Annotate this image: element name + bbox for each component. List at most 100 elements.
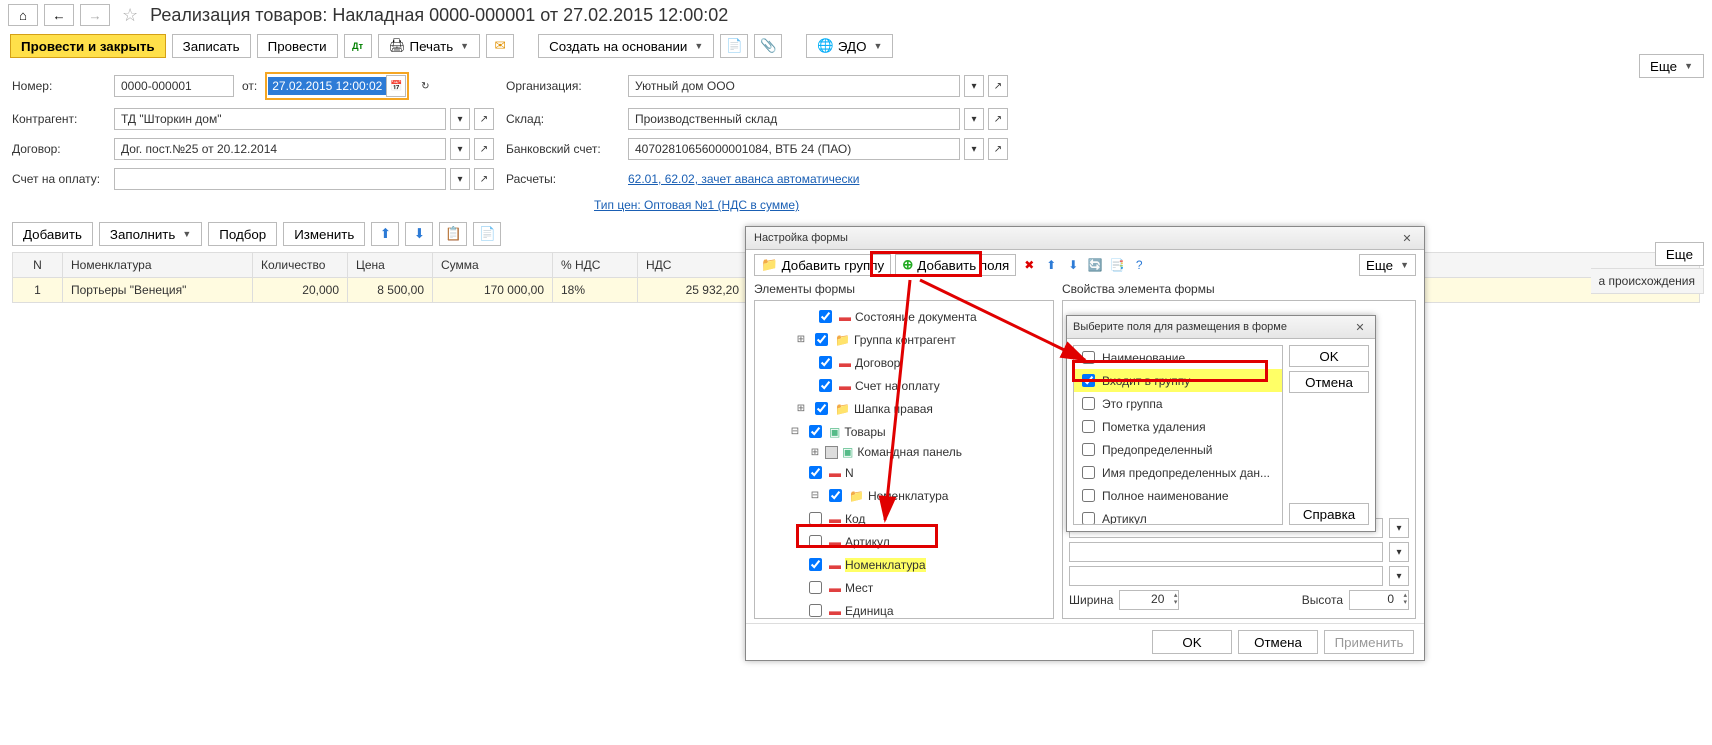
elements-tree[interactable]: ▬Состояние документа⊞📁Группа контрагент▬… (754, 300, 1054, 619)
checkbox[interactable] (1082, 351, 1095, 364)
expander-icon[interactable]: ⊞ (795, 403, 807, 415)
checkbox[interactable] (819, 379, 832, 392)
field-item[interactable]: Пометка удаления (1074, 415, 1282, 438)
table-more-button[interactable]: Еще (1655, 242, 1704, 266)
field-item[interactable]: Имя предопределенных дан... (1074, 461, 1282, 484)
org-field[interactable]: Уютный дом ООО (628, 75, 960, 97)
popup-cancel-button[interactable]: Отмена (1289, 371, 1369, 393)
invoice-field[interactable] (114, 168, 446, 190)
dog-field[interactable]: Дог. пост.№25 от 20.12.2014 (114, 138, 446, 160)
height-spinner[interactable]: 0 (1349, 590, 1409, 610)
tree-item[interactable]: ▬Номенклатура (757, 553, 1051, 576)
forward-button[interactable]: → (80, 4, 110, 26)
field-item[interactable]: Входит в группу (1074, 369, 1282, 392)
field-item[interactable]: Предопределенный (1074, 438, 1282, 461)
open-icon[interactable]: ↗ (988, 75, 1008, 97)
more-button[interactable]: Еще▼ (1639, 54, 1704, 78)
add-group-button[interactable]: 📁 Добавить группу (754, 254, 891, 276)
calendar-icon[interactable]: 📅 (386, 75, 406, 97)
down-icon[interactable]: ⬇ (1064, 257, 1082, 273)
tree-item[interactable]: ▬Договор (757, 351, 1051, 374)
edo-button[interactable]: 🌐ЭДО▼ (806, 34, 893, 58)
tree-item[interactable]: ⊟▣Товары (757, 420, 1051, 443)
sklad-field[interactable]: Производственный склад (628, 108, 960, 130)
checkbox[interactable] (1082, 397, 1095, 410)
tree-item[interactable]: ⊞▣Командная панель (757, 443, 1051, 461)
checkbox[interactable] (815, 402, 828, 415)
bank-field[interactable]: 40702810656000001084, ВТБ 24 (ПАО) (628, 138, 960, 160)
help-icon[interactable]: ? (1130, 257, 1148, 273)
checkbox[interactable] (829, 489, 842, 502)
copy-icon[interactable]: 📑 (1108, 257, 1126, 273)
mail-button[interactable]: ✉ (486, 34, 514, 58)
checkbox[interactable] (815, 333, 828, 346)
move-up-button[interactable]: ⬆ (371, 222, 399, 246)
number-field[interactable]: 0000-000001 (114, 75, 234, 97)
save-button[interactable]: Записать (172, 34, 251, 58)
checkbox[interactable] (809, 425, 822, 438)
calc-link[interactable]: 62.01, 62.02, зачет аванса автоматически (628, 172, 859, 186)
tree-item[interactable]: ⊞📁Шапка правая (757, 397, 1051, 420)
checkbox[interactable] (1082, 374, 1095, 387)
add-row-button[interactable]: Добавить (12, 222, 93, 246)
field-item[interactable]: Полное наименование (1074, 484, 1282, 507)
move-down-button[interactable]: ⬇ (405, 222, 433, 246)
popup-close-icon[interactable]: ✕ (1351, 319, 1369, 335)
refresh-icon[interactable]: 🔄 (1086, 257, 1104, 273)
contr-field[interactable]: ТД "Шторкин дом" (114, 108, 446, 130)
column-header[interactable]: Сумма (433, 253, 553, 278)
pick-button[interactable]: Подбор (208, 222, 277, 246)
refresh-icon[interactable]: ↻ (413, 75, 437, 97)
column-header[interactable]: % НДС (553, 253, 638, 278)
checkbox[interactable] (809, 535, 822, 548)
apply-button[interactable]: Применить (1324, 630, 1414, 654)
fields-list[interactable]: НаименованиеВходит в группуЭто группаПом… (1073, 345, 1283, 525)
date-field[interactable]: 27.02.2015 12:00:02 📅 (265, 72, 409, 100)
expander-icon[interactable]: ⊟ (809, 490, 821, 502)
expander-icon[interactable]: ⊞ (795, 334, 807, 346)
checkbox[interactable] (1082, 420, 1095, 433)
clip-button[interactable]: 📎 (754, 34, 782, 58)
change-button[interactable]: Изменить (283, 222, 365, 246)
tree-item[interactable]: ▬Счет на оплату (757, 374, 1051, 397)
checkbox[interactable] (819, 356, 832, 369)
width-spinner[interactable]: 20 (1119, 590, 1179, 610)
column-header[interactable]: Количество (253, 253, 348, 278)
dropdown-icon[interactable]: ▾ (964, 75, 984, 97)
tree-item[interactable]: ▬Код (757, 507, 1051, 530)
tree-item[interactable]: ⊞📁Группа контрагент (757, 328, 1051, 351)
prop-field-2[interactable] (1069, 542, 1383, 562)
column-header[interactable]: НДС (638, 253, 748, 278)
home-button[interactable]: ⌂ (8, 4, 38, 26)
popup-help-button[interactable]: Справка (1289, 503, 1369, 525)
field-item[interactable]: Артикул (1074, 507, 1282, 525)
delete-icon[interactable]: ✖ (1020, 257, 1038, 273)
tree-item[interactable]: ▬Состояние документа (757, 305, 1051, 328)
tree-item[interactable]: ▬N (757, 461, 1051, 484)
checkbox[interactable] (809, 604, 822, 617)
copy-button[interactable]: 📋 (439, 222, 467, 246)
checkbox-mixed[interactable] (825, 446, 838, 459)
checkbox[interactable] (809, 466, 822, 479)
checkbox[interactable] (809, 581, 822, 594)
favorite-icon[interactable]: ☆ (122, 5, 138, 26)
ok-button[interactable]: OK (1152, 630, 1232, 654)
dialog-more-button[interactable]: Еще▼ (1359, 254, 1416, 276)
price-type-link[interactable]: Тип цен: Оптовая №1 (НДС в сумме) (594, 198, 799, 212)
tree-item[interactable]: ⊟📁Номенклатура (757, 484, 1051, 507)
checkbox[interactable] (1082, 489, 1095, 502)
fill-button[interactable]: Заполнить▼ (99, 222, 202, 246)
field-item[interactable]: Это группа (1074, 392, 1282, 415)
up-icon[interactable]: ⬆ (1042, 257, 1060, 273)
tree-item[interactable]: ▬Артикул (757, 530, 1051, 553)
paste-button[interactable]: 📄 (473, 222, 501, 246)
create-based-button[interactable]: Создать на основании▼ (538, 34, 714, 58)
add-fields-button[interactable]: ⊕ Добавить поля (895, 254, 1016, 276)
column-header[interactable]: N (13, 253, 63, 278)
cancel-button[interactable]: Отмена (1238, 630, 1318, 654)
checkbox[interactable] (1082, 512, 1095, 525)
print-button[interactable]: 🖨Печать▼ (378, 34, 481, 58)
expander-icon[interactable]: ⊞ (809, 446, 821, 458)
column-header[interactable]: Цена (348, 253, 433, 278)
post-close-button[interactable]: Провести и закрыть (10, 34, 166, 58)
